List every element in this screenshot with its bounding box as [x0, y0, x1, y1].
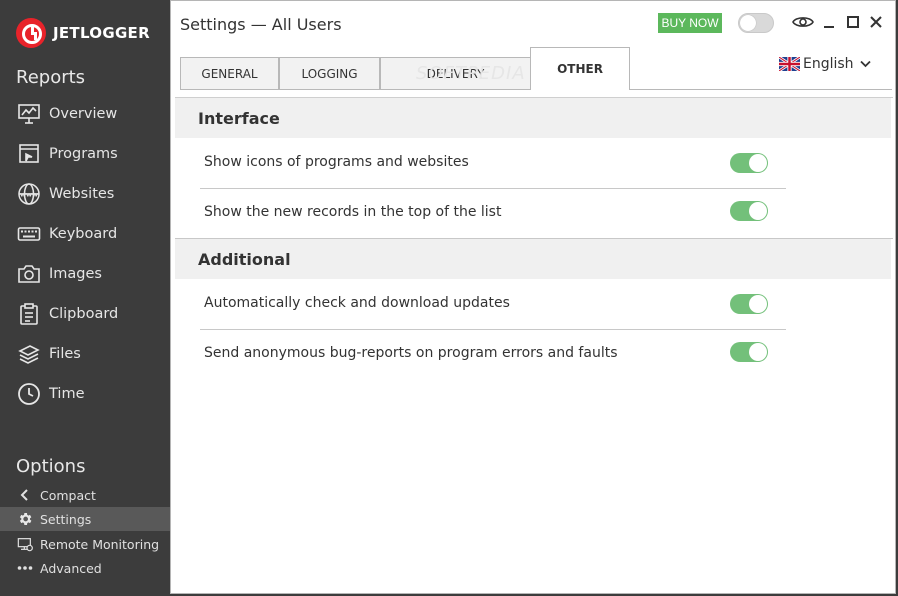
sidebar-item-clipboard[interactable]: Clipboard [16, 300, 166, 328]
tab-other[interactable]: OTHER [530, 47, 630, 90]
sidebar-item-label: Overview [49, 106, 118, 122]
sidebar-item-files[interactable]: Files [16, 340, 166, 368]
sidebar-item-images[interactable]: Images [16, 260, 166, 288]
logo-text: JETLOGGER [53, 24, 150, 42]
language-label: English [803, 56, 854, 72]
bug-reports-toggle[interactable] [730, 342, 768, 362]
app-logo: JETLOGGER [16, 18, 150, 48]
setting-label: Automatically check and download updates [204, 295, 510, 311]
svg-text:www: www [20, 191, 38, 199]
tab-general[interactable]: GENERAL [180, 57, 279, 89]
setting-row-show-icons: Show icons of programs and websites [204, 138, 786, 186]
more-dots-icon [16, 559, 34, 577]
options-section-title: Options [16, 456, 86, 477]
chart-board-icon [16, 101, 42, 127]
maximize-icon[interactable] [842, 11, 864, 33]
auto-updates-toggle[interactable] [730, 294, 768, 314]
sidebar-item-label: Keyboard [49, 226, 118, 242]
setting-label: Show the new records in the top of the l… [204, 204, 502, 220]
clipboard-icon [16, 301, 42, 327]
www-globe-icon: www [16, 181, 42, 207]
program-window-icon [16, 141, 42, 167]
sidebar-item-programs[interactable]: Programs [16, 140, 166, 168]
sidebar-item-time[interactable]: Time [16, 380, 166, 408]
reports-section-title: Reports [16, 67, 86, 88]
sidebar-item-label: Websites [49, 186, 115, 202]
section-header-additional: Additional [175, 239, 891, 279]
buy-now-button[interactable]: BUY NOW [658, 13, 722, 33]
setting-row-auto-updates: Automatically check and download updates [204, 279, 786, 327]
sidebar-option-label: Advanced [40, 560, 102, 576]
setting-row-bug-reports: Send anonymous bug-reports on program er… [204, 329, 786, 377]
sidebar-item-label: Images [49, 266, 102, 282]
sidebar-item-label: Files [49, 346, 81, 362]
new-records-top-toggle[interactable] [730, 201, 768, 221]
sidebar-item-label: Time [49, 386, 85, 402]
sidebar-item-websites[interactable]: www Websites [16, 180, 166, 208]
settings-panel: Settings — All Users BUY NOW GENERAL LOG… [170, 0, 896, 594]
keyboard-icon [16, 221, 42, 247]
page-title: Settings — All Users [180, 15, 342, 34]
sidebar-option-remote-monitoring[interactable]: Remote Monitoring [0, 532, 170, 556]
sidebar-item-label: Clipboard [49, 306, 119, 322]
clock-icon [16, 381, 42, 407]
jetlogger-logo-icon [16, 18, 46, 48]
tab-logging[interactable]: LOGGING [279, 57, 380, 89]
language-selector[interactable]: English [778, 55, 871, 73]
sidebar-item-label: Programs [49, 146, 118, 162]
setting-label: Send anonymous bug-reports on program er… [204, 345, 618, 361]
sidebar-item-keyboard[interactable]: Keyboard [16, 220, 166, 248]
setting-row-new-records-top: Show the new records in the top of the l… [204, 188, 786, 236]
sidebar-item-overview[interactable]: Overview [16, 100, 166, 128]
chevron-left-icon [16, 486, 34, 504]
sidebar-option-label: Settings [40, 511, 92, 527]
watermark-text: SOFTPEDIA [416, 63, 526, 84]
sidebar: JETLOGGER Reports Overview Programs www … [0, 0, 170, 596]
show-icons-toggle[interactable] [730, 153, 768, 173]
sidebar-option-compact[interactable]: Compact [0, 483, 170, 507]
camera-icon [16, 261, 42, 287]
minimize-icon[interactable] [818, 11, 840, 33]
sidebar-option-advanced[interactable]: Advanced [0, 556, 170, 580]
eye-icon[interactable] [792, 11, 814, 33]
files-stack-icon [16, 341, 42, 367]
uk-flag-icon [778, 55, 801, 73]
close-icon[interactable] [865, 11, 887, 33]
remote-monitor-icon [16, 535, 34, 553]
sidebar-option-settings[interactable]: Settings [0, 507, 170, 531]
sidebar-option-label: Compact [40, 487, 96, 503]
chevron-down-icon [859, 56, 871, 72]
section-header-interface: Interface [175, 98, 891, 138]
sidebar-option-label: Remote Monitoring [40, 536, 160, 552]
setting-label: Show icons of programs and websites [204, 154, 469, 170]
header-toggle-switch[interactable] [738, 13, 774, 33]
gear-icon [16, 510, 34, 528]
